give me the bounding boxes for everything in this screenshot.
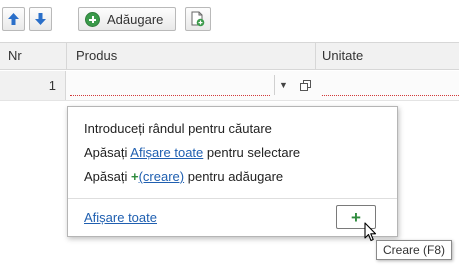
show-all-link[interactable]: Afișare toate [130, 145, 203, 160]
plus-icon: + [351, 207, 361, 227]
new-document-icon [191, 11, 205, 27]
new-document-button[interactable] [185, 7, 211, 31]
dropdown-arrow-icon: ▼ [279, 80, 288, 90]
arrow-down-icon [35, 13, 46, 25]
show-all-bottom-link[interactable]: Afișare toate [84, 210, 157, 225]
move-down-button[interactable] [29, 7, 52, 31]
add-button-label: Adăugare [107, 11, 164, 27]
popup-divider [68, 198, 397, 199]
popup-hint-search: Introduceți rândul pentru căutare [84, 121, 272, 136]
search-hint-popup: Introduceți rândul pentru căutare Apăsaț… [67, 106, 398, 237]
plus-icon: + [131, 169, 139, 184]
arrow-up-icon [8, 13, 19, 25]
create-link[interactable]: (creare) [139, 169, 185, 184]
produs-input[interactable] [70, 74, 270, 96]
hint-text: pentru adăugare [187, 169, 284, 184]
mouse-pointer-icon [364, 222, 377, 242]
column-header-unitate[interactable]: Unitate [322, 43, 363, 69]
produs-dropdown-button[interactable]: ▼ [274, 75, 292, 95]
row-number-cell: 1 [0, 71, 66, 100]
column-divider[interactable] [315, 43, 316, 69]
open-in-window-icon [299, 79, 311, 91]
grid-header: Nr Produs Unitate [0, 42, 459, 70]
column-header-produs[interactable]: Produs [76, 43, 117, 69]
hint-text: pentru selectare [206, 145, 301, 160]
column-header-nr[interactable]: Nr [8, 43, 22, 69]
hint-text: Apăsați [84, 145, 128, 160]
table-row[interactable]: 1 ▼ [0, 71, 459, 101]
plus-circle-icon [85, 11, 100, 27]
add-button[interactable]: Adăugare [78, 7, 176, 31]
create-tooltip: Creare (F8) [376, 240, 453, 260]
produs-open-button[interactable] [296, 75, 314, 95]
hint-text: Apăsați [84, 169, 128, 184]
column-divider[interactable] [66, 43, 67, 69]
unitate-input[interactable] [322, 74, 459, 96]
popup-hint-create: Apăsați +(creare) pentru adăugare [84, 169, 283, 184]
popup-hint-select: Apăsați Afișare toate pentru selectare [84, 145, 300, 160]
move-up-button[interactable] [2, 7, 25, 31]
